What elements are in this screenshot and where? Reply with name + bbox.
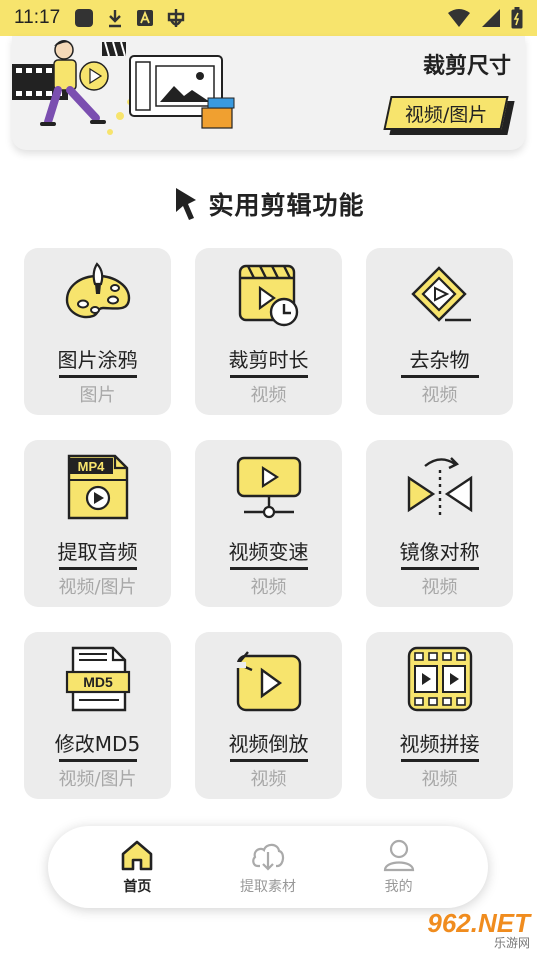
tool-name: 修改MD5 — [54, 732, 141, 756]
watermark: 962.NET 乐游网 — [398, 910, 530, 950]
video-network-icon — [236, 456, 301, 519]
tool-card-trim-duration[interactable]: 裁剪时长 视频 — [195, 248, 342, 415]
tab-label: 我的 — [384, 879, 413, 895]
tool-name: 镜像对称 — [399, 540, 480, 564]
banner-tag[interactable]: 视频/图片 — [383, 96, 515, 136]
tool-sub: 视频 — [421, 385, 458, 406]
tab-label: 首页 — [123, 879, 152, 895]
md5-icon-text: MD5 — [83, 674, 113, 690]
tool-card-doodle[interactable]: 图片涂鸦 图片 — [24, 248, 171, 415]
mirror-flip-icon — [407, 457, 472, 518]
tool-sub: 视频 — [250, 577, 287, 598]
tool-sub: 视频/图片 — [58, 577, 137, 598]
tool-name: 视频变速 — [228, 540, 309, 564]
section-heading: 实用剪辑功能 — [0, 186, 537, 222]
tool-sub: 视频 — [250, 385, 287, 406]
tool-sub: 视频 — [421, 769, 458, 790]
md5-file-icon: MD5 — [65, 646, 130, 712]
tab-label: 提取素材 — [239, 879, 296, 895]
tool-sub: 图片 — [79, 385, 116, 406]
crop-size-banner[interactable]: 裁剪尺寸 视频/图片 — [12, 36, 525, 150]
bug-icon — [167, 9, 185, 27]
tool-name: 视频倒放 — [228, 732, 309, 756]
tool-sub: 视频/图片 — [58, 769, 137, 790]
user-icon — [383, 839, 414, 872]
clapper-clock-icon — [238, 264, 298, 327]
tool-card-video-speed[interactable]: 视频变速 视频 — [195, 440, 342, 607]
tool-card-join[interactable]: 视频拼接 视频 — [366, 632, 513, 799]
tab-mine[interactable]: 我的 — [344, 838, 454, 896]
a-badge-icon — [137, 10, 154, 26]
tool-card-extract-audio[interactable]: MP4 提取音频 视频/图片 — [24, 440, 171, 607]
tool-sub: 视频 — [250, 769, 287, 790]
mp4-icon-text: MP4 — [77, 459, 105, 474]
tool-card-modify-md5[interactable]: MD5 修改MD5 视频/图片 — [24, 632, 171, 799]
tab-extract-material[interactable]: 提取素材 — [213, 838, 323, 896]
tool-name: 提取音频 — [57, 540, 138, 564]
banner-illustration — [12, 40, 235, 135]
wifi-icon — [448, 9, 470, 27]
tool-card-mirror[interactable]: 镜像对称 视频 — [366, 440, 513, 607]
bottom-tab-bar: 首页 提取素材 我的 — [48, 826, 488, 908]
home-icon — [122, 840, 153, 871]
battery-icon — [511, 7, 523, 29]
download-icon — [109, 10, 122, 28]
reverse-play-icon — [235, 651, 301, 712]
tool-grid: 图片涂鸦 图片 裁剪时长 视频 去杂物 视频 MP4 提取音频 视频/图片 视频… — [24, 248, 514, 799]
palette-icon — [65, 262, 130, 319]
tool-card-remove-clutter[interactable]: 去杂物 视频 — [366, 248, 513, 415]
tool-name: 裁剪时长 — [228, 348, 309, 372]
app-square-icon — [75, 9, 94, 27]
tab-home[interactable]: 首页 — [82, 838, 192, 896]
cloud-download-icon — [252, 843, 285, 871]
tool-name: 视频拼接 — [399, 732, 480, 756]
signal-icon — [482, 9, 500, 27]
tool-sub: 视频 — [421, 577, 458, 598]
mp4-file-icon: MP4 — [67, 454, 128, 520]
eraser-icon — [410, 266, 471, 322]
pin-icon — [176, 188, 197, 220]
film-join-icon — [407, 646, 472, 712]
watermark-sub: 乐游网 — [493, 936, 530, 950]
banner-tag-label: 视频/图片 — [404, 103, 488, 126]
tool-name: 去杂物 — [409, 348, 470, 372]
section-title: 实用剪辑功能 — [208, 191, 365, 220]
tool-name: 图片涂鸦 — [57, 348, 138, 372]
tool-card-reverse[interactable]: 视频倒放 视频 — [195, 632, 342, 799]
status-bar: 11:17 — [0, 0, 537, 36]
watermark-logo: 962.NET — [427, 908, 530, 938]
status-time: 11:17 — [14, 7, 61, 28]
banner-title: 裁剪尺寸 — [422, 54, 511, 79]
